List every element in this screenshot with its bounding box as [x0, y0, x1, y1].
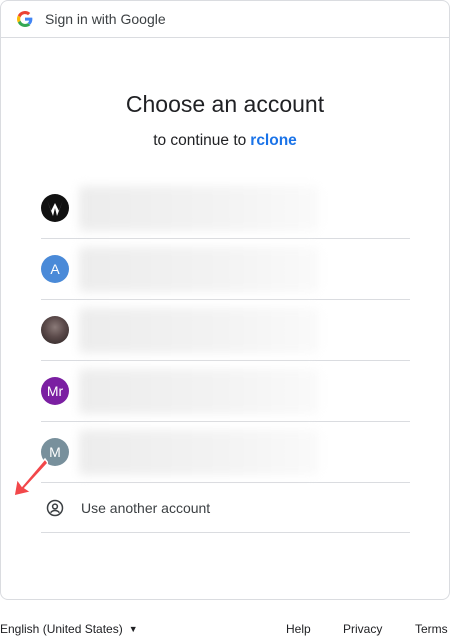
card-header: Sign in with Google: [1, 1, 449, 38]
pointer-arrow-icon: [13, 457, 48, 497]
redacted-account-info: [79, 369, 319, 414]
page-subtitle: to continue to rclone: [1, 132, 449, 150]
avatar: A: [41, 255, 69, 283]
terms-link[interactable]: Terms: [415, 622, 448, 636]
redacted-account-info: [79, 430, 319, 475]
avatar-photo: [41, 316, 69, 344]
account-item[interactable]: Mr: [41, 361, 410, 422]
account-item[interactable]: [41, 178, 410, 239]
account-item[interactable]: [41, 300, 410, 361]
account-list: A Mr M Use another account: [41, 178, 410, 533]
brand-logo-icon: [47, 200, 63, 216]
redacted-account-info: [79, 308, 319, 353]
redacted-account-info: [79, 186, 319, 231]
account-item[interactable]: M: [41, 422, 410, 483]
page-title: Choose an account: [125, 91, 325, 117]
language-selector[interactable]: English (United States) ▼: [0, 622, 138, 636]
google-logo-icon: [17, 11, 33, 27]
avatar: [41, 194, 69, 222]
caret-down-icon: ▼: [128, 624, 138, 634]
use-another-account-button[interactable]: Use another account: [41, 483, 410, 533]
use-another-account-label: Use another account: [81, 499, 211, 516]
header-title: Sign in with Google: [45, 11, 166, 27]
footer: English (United States) ▼ Help Privacy Te…: [0, 622, 450, 638]
account-item[interactable]: A: [41, 239, 410, 300]
language-label: English (United States): [0, 622, 123, 636]
app-name-link[interactable]: rclone: [250, 132, 297, 149]
subtitle-prefix: to continue to: [153, 132, 247, 149]
avatar: Mr: [41, 377, 69, 405]
help-link[interactable]: Help: [286, 622, 311, 636]
sign-in-card: Sign in with Google Choose an account to…: [0, 0, 450, 600]
redacted-account-info: [79, 247, 319, 292]
privacy-link[interactable]: Privacy: [343, 622, 382, 636]
